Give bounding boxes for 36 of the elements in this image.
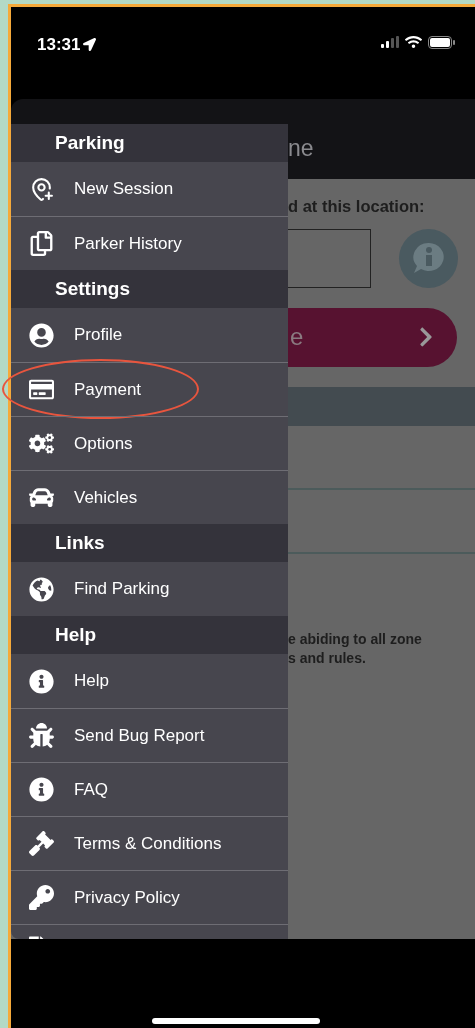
signal-icon: [381, 36, 399, 48]
key-icon: [29, 885, 54, 910]
notice-text: e abiding to all zone: [288, 629, 423, 649]
menu-item[interactable]: Profile: [11, 308, 288, 362]
menu-item[interactable]: Privacy Policy: [11, 870, 288, 924]
menu-item[interactable]: Send Bug Report: [11, 708, 288, 762]
page-title: ne: [288, 133, 314, 163]
menu-item[interactable]: FAQ: [11, 762, 288, 816]
menu-item[interactable]: Options: [11, 416, 288, 470]
location-arrow-icon: [83, 38, 97, 52]
section-header: Help: [11, 616, 288, 654]
new-session-pin-icon: [29, 176, 54, 202]
menu-item[interactable]: Find Parking: [11, 562, 288, 616]
location-label: d at this location:: [288, 196, 426, 217]
user-icon: [29, 322, 54, 348]
notice-text: s and rules.: [288, 648, 367, 668]
gavel-icon: [29, 831, 54, 856]
menu-item[interactable]: Help: [11, 654, 288, 708]
section-header: Links: [11, 524, 288, 562]
menu-item[interactable]: Terms & Conditions: [11, 816, 288, 870]
clock-time: 13:31: [37, 34, 81, 56]
info-speech-bubble-icon: [411, 242, 446, 275]
document-icon: [29, 231, 54, 256]
info-icon: [29, 777, 54, 802]
bug-icon: [29, 723, 54, 748]
battery-icon: [428, 35, 455, 49]
section-header: Settings: [11, 270, 288, 308]
gears-icon: [29, 431, 54, 456]
menu-item[interactable]: New Session: [11, 162, 288, 216]
info-icon: [29, 668, 54, 694]
globe-icon: [29, 576, 54, 602]
section-header: Parking: [11, 124, 288, 162]
wifi-icon: [405, 35, 422, 49]
menu-item[interactable]: Payment: [11, 362, 288, 416]
credit-card-icon: [29, 377, 54, 402]
car-icon: [29, 485, 54, 510]
